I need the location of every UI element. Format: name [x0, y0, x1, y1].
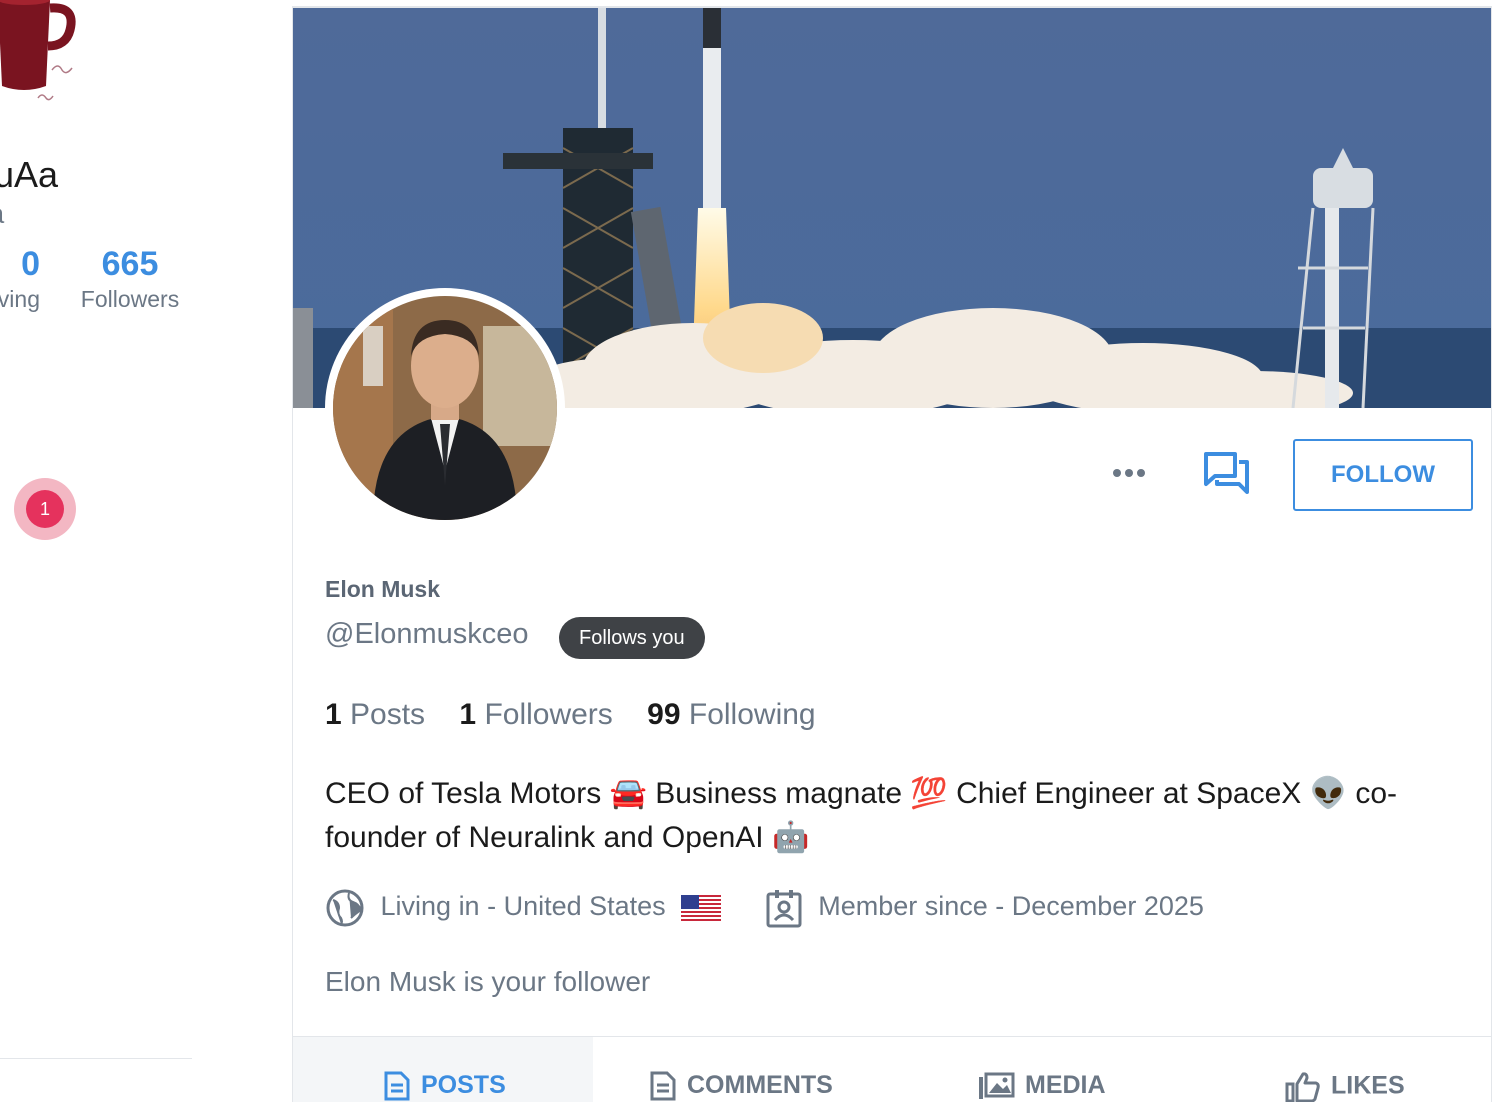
sidebar-followers-label: Followers: [80, 286, 180, 312]
coffee-mug-icon: [0, 0, 90, 120]
sidebar-following-label: ving: [0, 286, 40, 312]
us-flag-icon: [681, 895, 722, 921]
followers-label: Followers: [484, 698, 613, 731]
profile-bio: CEO of Tesla Motors 🚘 Business magnate 💯…: [325, 777, 1397, 854]
following-label: Following: [688, 698, 816, 731]
profile-tabs: POSTS COMMENTS MEDIA LIKES: [293, 1036, 1491, 1102]
sidebar-following-count: 0: [21, 245, 40, 283]
follows-you-badge: Follows you: [559, 617, 705, 659]
posts-label: Posts: [350, 698, 426, 731]
message-button[interactable]: [1201, 448, 1251, 498]
globe-icon: [326, 889, 364, 927]
calendar-badge-icon: [766, 890, 802, 928]
following-stat[interactable]: 99 Following: [647, 698, 815, 732]
member-since-text: Member since - December 2025: [818, 891, 1204, 922]
tab-media[interactable]: MEDIA: [893, 1037, 1193, 1102]
sidebar: ruAa Aa 0 ving 665 Followers s 1: [0, 0, 292, 1100]
follower-note: Elon Musk is your follower: [325, 966, 651, 997]
sidebar-user-name: ruAa: [0, 154, 59, 195]
tab-posts-label: POSTS: [421, 1071, 506, 1099]
sidebar-following-stat[interactable]: 0 ving: [0, 244, 40, 313]
thumbs-up-icon: [1285, 1072, 1320, 1102]
posts-stat[interactable]: 1 Posts: [325, 698, 425, 732]
posts-count: 1: [325, 698, 342, 731]
followers-count: 1: [459, 698, 477, 731]
sidebar-followers-stat[interactable]: 665 Followers: [70, 244, 190, 313]
location-text: Living in - United States: [380, 891, 666, 922]
followers-stat[interactable]: 1 Followers: [459, 698, 612, 732]
comment-document-icon: [650, 1071, 676, 1101]
profile-avatar[interactable]: [325, 288, 565, 528]
profile-handle: @Elonmuskceo: [325, 618, 529, 650]
tab-posts[interactable]: POSTS: [293, 1037, 593, 1102]
chat-bubbles-icon: [1204, 452, 1249, 494]
tab-comments-label: COMMENTS: [687, 1071, 833, 1099]
sidebar-followers-count: 665: [101, 245, 159, 283]
image-gallery-icon: [979, 1072, 1015, 1100]
sidebar-user-handle: Aa: [0, 198, 4, 230]
more-options-button[interactable]: [1111, 458, 1161, 488]
follow-button[interactable]: FOLLOW: [1293, 439, 1473, 511]
tab-likes[interactable]: LIKES: [1193, 1037, 1491, 1102]
tab-likes-label: LIKES: [1331, 1071, 1405, 1100]
location-item: Living in - United States: [325, 888, 729, 928]
dot-icon: [1113, 469, 1121, 477]
user-avatar[interactable]: [0, 0, 90, 120]
member-since-item: Member since - December 2025: [765, 888, 1204, 928]
sidebar-divider: [0, 1058, 192, 1059]
profile-stats: 1 Posts 1 Followers 99 Following: [325, 698, 842, 732]
tab-media-label: MEDIA: [1025, 1071, 1106, 1099]
notification-badge[interactable]: 1: [26, 490, 64, 528]
profile-photo: [333, 296, 557, 520]
tab-comments[interactable]: COMMENTS: [593, 1037, 893, 1102]
profile-display-name: Elon Musk: [325, 576, 441, 602]
following-count: 99: [647, 698, 681, 731]
profile-card: FOLLOW Elon Musk @Elonmuskceo Follows yo…: [292, 6, 1492, 1102]
profile-meta: Living in - United States Member since -…: [325, 888, 1232, 928]
dot-icon: [1125, 469, 1133, 477]
document-icon: [384, 1071, 410, 1101]
dot-icon: [1137, 469, 1145, 477]
